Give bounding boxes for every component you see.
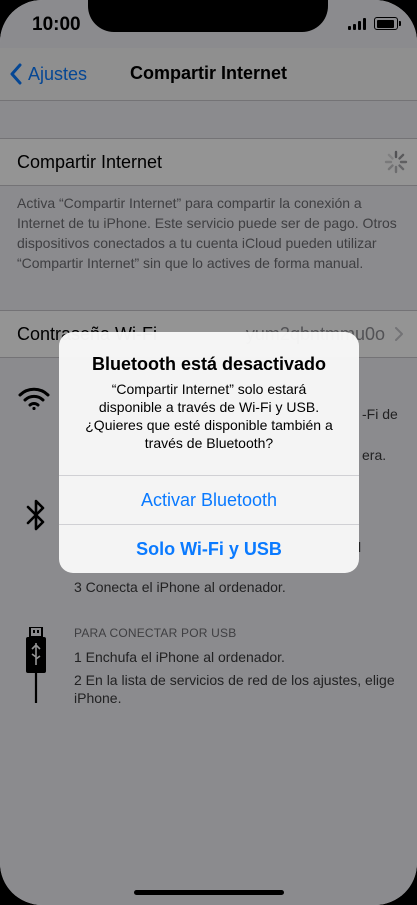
phone-screen: 10:00 Ajustes Compartir Internet Compart… — [0, 0, 417, 905]
home-indicator[interactable] — [134, 890, 284, 895]
wifi-usb-only-button[interactable]: Solo Wi-Fi y USB — [59, 524, 359, 573]
alert-title: Bluetooth está desactivado — [91, 354, 327, 374]
activate-bluetooth-button[interactable]: Activar Bluetooth — [59, 475, 359, 524]
bluetooth-alert: Bluetooth está desactivado “Compartir In… — [59, 332, 359, 573]
alert-message: “Compartir Internet” solo estará disponi… — [85, 381, 333, 451]
